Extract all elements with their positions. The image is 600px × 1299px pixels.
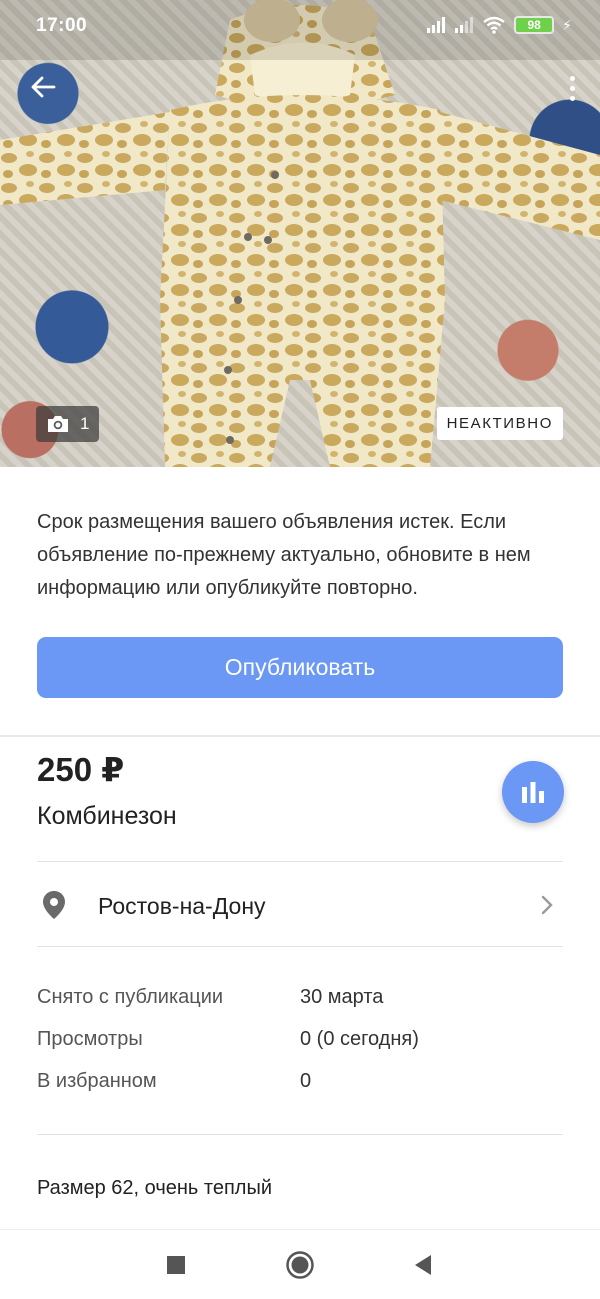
signal-icon (427, 17, 446, 33)
signal-2-icon (455, 17, 474, 33)
location-text: Ростов-на-Дону (98, 893, 266, 919)
circle-icon (286, 1251, 314, 1279)
detail-value: 0 (0 сегодня) (300, 1028, 419, 1050)
square-icon (167, 1256, 185, 1274)
section-divider (0, 735, 600, 737)
jumpsuit-image (0, 0, 600, 467)
recent-apps-button[interactable] (146, 1230, 206, 1299)
detail-row: Снято с публикации 30 марта (37, 986, 563, 1028)
nav-back-button[interactable] (393, 1230, 453, 1299)
publish-button[interactable]: Опубликовать (37, 637, 563, 698)
wifi-icon (483, 16, 505, 34)
more-vert-icon (569, 75, 575, 81)
photo-count-text: 1 (80, 414, 90, 433)
camera-icon (48, 416, 68, 432)
expired-notice: Срок размещения вашего объявления истек.… (37, 511, 531, 599)
arrow-left-icon (31, 76, 56, 98)
divider (37, 1134, 563, 1135)
photo-counter[interactable]: 1 (36, 406, 100, 442)
listing-description: Размер 62, очень теплый (37, 1177, 273, 1199)
charging-icon: ⚡ (562, 16, 572, 33)
more-options-button[interactable] (562, 68, 582, 108)
bar-chart-icon (522, 782, 544, 803)
listing-price: 250 ₽ (37, 751, 125, 788)
system-nav-bar (0, 1229, 600, 1299)
detail-value: 0 (300, 1070, 312, 1092)
triangle-back-icon (415, 1255, 431, 1275)
listing-title: Комбинезон (37, 802, 177, 830)
listing-details: Снято с публикации 30 марта Просмотры 0 … (37, 986, 563, 1112)
statistics-button[interactable] (502, 761, 564, 823)
divider (37, 946, 563, 947)
chevron-right-icon (541, 895, 553, 915)
home-button[interactable] (270, 1230, 330, 1299)
listing-photo[interactable]: 17:00 98 ⚡ 1 НЕАКТИВНО (0, 0, 600, 467)
status-bar: 17:00 98 ⚡ (0, 0, 600, 56)
location-row[interactable]: Ростов-на-Дону (37, 862, 563, 946)
detail-key: В избранном (37, 1070, 157, 1092)
status-icons: 98 ⚡ (426, 16, 572, 34)
back-button[interactable] (22, 66, 64, 108)
detail-row: Просмотры 0 (0 сегодня) (37, 1028, 563, 1070)
detail-row: В избранном 0 (37, 1070, 563, 1112)
detail-key: Просмотры (37, 1028, 143, 1050)
detail-key: Снято с публикации (37, 986, 224, 1008)
status-badge: НЕАКТИВНО (436, 407, 563, 440)
detail-value: 30 марта (300, 986, 384, 1008)
status-time: 17:00 (36, 15, 88, 36)
map-pin-icon (43, 891, 65, 919)
battery-indicator: 98 (514, 16, 555, 34)
